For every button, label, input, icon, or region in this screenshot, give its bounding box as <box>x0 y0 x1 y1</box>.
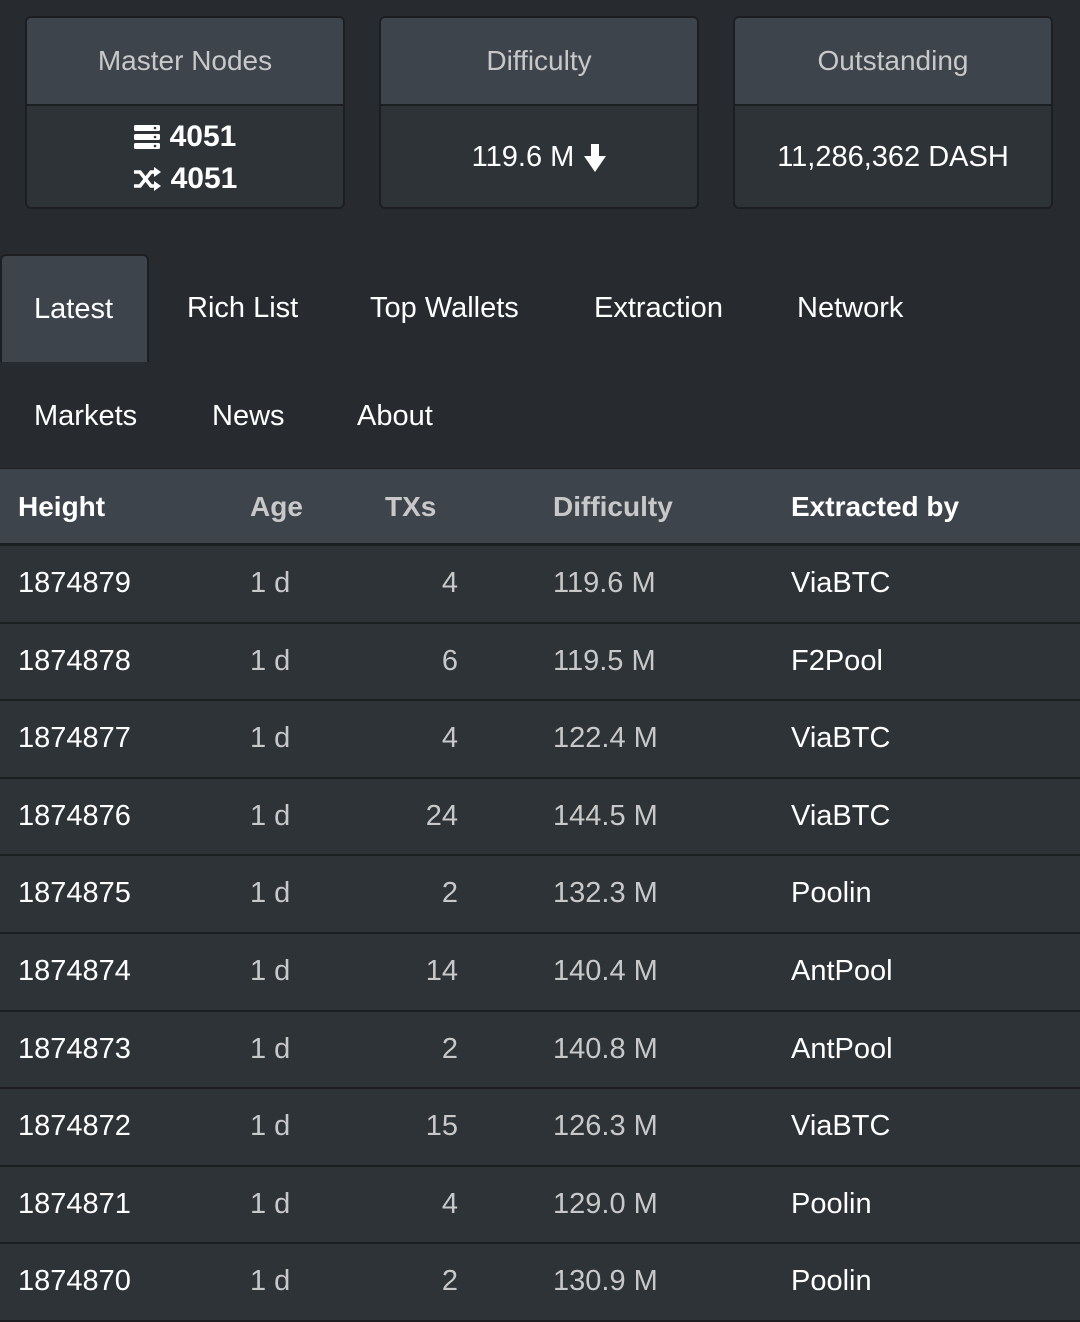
outstanding-card-title: Outstanding <box>735 18 1051 106</box>
cell-height[interactable]: 1874878 <box>18 624 131 699</box>
difficulty-value-line: 119.6 M <box>472 141 607 174</box>
cell-age: 1 d <box>250 722 291 755</box>
outstanding-value: 11,286,362 DASH <box>777 141 1009 173</box>
cell-height[interactable]: 1874879 <box>18 546 131 621</box>
cell-age: 1 d <box>250 1110 291 1143</box>
column-header-extracted-by[interactable]: Extracted by <box>791 469 959 544</box>
table-row[interactable]: 1874879 1 d 4 119.6 M ViaBTC <box>0 546 1080 624</box>
arrow-down-icon <box>584 143 607 172</box>
column-header-txs[interactable]: TXs <box>385 469 436 544</box>
cell-age: 1 d <box>250 567 291 599</box>
cell-height[interactable]: 1874873 <box>18 1012 131 1087</box>
cell-txs: 2 <box>441 877 458 910</box>
cell-difficulty: 119.5 M <box>553 644 656 677</box>
cell-age: 1 d <box>250 799 291 832</box>
cell-extracted-by[interactable]: AntPool <box>791 934 893 1009</box>
cell-extracted-by[interactable]: ViaBTC <box>791 1089 890 1164</box>
table-row[interactable]: 1874870 1 d 2 130.9 M Poolin <box>0 1244 1080 1322</box>
tab-top-wallets[interactable]: Top Wallets <box>370 254 519 362</box>
cell-age: 1 d <box>250 1187 291 1220</box>
tab-about[interactable]: About <box>357 362 433 470</box>
cell-difficulty: 122.4 M <box>553 722 658 755</box>
table-row[interactable]: 1874877 1 d 4 122.4 M ViaBTC <box>0 701 1080 779</box>
difficulty-card-body: 119.6 M <box>381 106 697 207</box>
cell-extracted-by[interactable]: Poolin <box>791 1167 872 1242</box>
shuffle-icon <box>133 166 161 191</box>
cell-extracted-by[interactable]: ViaBTC <box>791 701 890 776</box>
cell-age: 1 d <box>250 877 291 910</box>
cell-age: 1 d <box>250 1032 291 1065</box>
cell-height[interactable]: 1874871 <box>18 1167 131 1242</box>
difficulty-card: Difficulty 119.6 M <box>379 16 699 209</box>
table-row[interactable]: 1874872 1 d 15 126.3 M ViaBTC <box>0 1089 1080 1167</box>
tab-news[interactable]: News <box>212 362 285 470</box>
tab-rich-list[interactable]: Rich List <box>187 254 298 362</box>
difficulty-card-title: Difficulty <box>381 18 697 106</box>
cell-difficulty: 140.8 M <box>553 1032 658 1065</box>
server-icon <box>133 124 160 149</box>
cell-age: 1 d <box>250 954 291 987</box>
cell-txs: 4 <box>441 567 458 599</box>
tab-extraction[interactable]: Extraction <box>594 254 723 362</box>
cell-difficulty: 140.4 M <box>553 954 658 987</box>
column-header-difficulty[interactable]: Difficulty <box>553 469 673 544</box>
column-header-height[interactable]: Height <box>18 469 105 544</box>
table-body: 1874879 1 d 4 119.6 M ViaBTC 1874878 1 d 6 119.5… <box>0 546 1080 1322</box>
masternodes-card: Master Nodes 4051 4051 <box>25 16 345 209</box>
cell-height[interactable]: 1874870 <box>18 1244 131 1319</box>
main-nav-tabs: Latest Rich List Top Wallets Extraction … <box>0 254 1080 468</box>
masternodes-card-body: 4051 4051 <box>27 106 343 207</box>
cell-txs: 4 <box>441 722 458 755</box>
cell-age: 1 d <box>250 1265 291 1298</box>
cell-height[interactable]: 1874876 <box>18 779 131 854</box>
tab-network[interactable]: Network <box>797 254 903 362</box>
cell-difficulty: 129.0 M <box>553 1187 658 1220</box>
outstanding-card-body: 11,286,362 DASH <box>735 106 1051 207</box>
cell-txs: 24 <box>425 799 458 832</box>
cell-extracted-by[interactable]: ViaBTC <box>791 779 890 854</box>
cell-extracted-by[interactable]: Poolin <box>791 856 872 931</box>
table-row[interactable]: 1874875 1 d 2 132.3 M Poolin <box>0 856 1080 934</box>
cell-height[interactable]: 1874875 <box>18 856 131 931</box>
cell-extracted-by[interactable]: AntPool <box>791 1012 893 1087</box>
cell-height[interactable]: 1874877 <box>18 701 131 776</box>
cell-txs: 14 <box>425 954 458 987</box>
cell-age: 1 d <box>250 644 291 677</box>
table-row[interactable]: 1874873 1 d 2 140.8 M AntPool <box>0 1011 1080 1090</box>
table-row[interactable]: 1874878 1 d 6 119.5 M F2Pool <box>0 623 1080 702</box>
cell-txs: 2 <box>441 1265 458 1298</box>
table-header: Height Age TXs Difficulty Extracted by <box>0 468 1080 546</box>
table-row[interactable]: 1874871 1 d 4 129.0 M Poolin <box>0 1166 1080 1245</box>
cell-height[interactable]: 1874872 <box>18 1089 131 1164</box>
masternodes-card-title: Master Nodes <box>27 18 343 106</box>
table-row[interactable]: 1874874 1 d 14 140.4 M AntPool <box>0 933 1080 1012</box>
cell-difficulty: 126.3 M <box>553 1110 658 1143</box>
table-row[interactable]: 1874876 1 d 24 144.5 M ViaBTC <box>0 778 1080 857</box>
cell-txs: 2 <box>441 1032 458 1065</box>
cell-difficulty: 144.5 M <box>553 799 658 832</box>
latest-blocks-table: Height Age TXs Difficulty Extracted by 1… <box>0 468 1080 1322</box>
difficulty-value: 119.6 M <box>471 141 575 173</box>
masternodes-enabled-count: 4051 <box>169 119 237 153</box>
cell-extracted-by[interactable]: Poolin <box>791 1244 872 1319</box>
masternodes-total-count: 4051 <box>170 161 238 195</box>
stat-cards: Master Nodes 4051 4051 Difficulty 119.6 … <box>25 16 1057 211</box>
cell-extracted-by[interactable]: ViaBTC <box>791 546 890 621</box>
cell-txs: 15 <box>425 1110 458 1143</box>
tab-latest[interactable]: Latest <box>0 254 149 362</box>
column-header-age[interactable]: Age <box>250 469 303 544</box>
outstanding-card: Outstanding 11,286,362 DASH <box>733 16 1053 209</box>
cell-txs: 6 <box>441 644 458 677</box>
masternodes-total: 4051 <box>133 158 238 200</box>
masternodes-enabled: 4051 <box>133 116 237 158</box>
cell-difficulty: 132.3 M <box>553 877 658 910</box>
cell-difficulty: 130.9 M <box>553 1265 658 1298</box>
cell-difficulty: 119.6 M <box>553 567 656 599</box>
cell-extracted-by[interactable]: F2Pool <box>791 624 883 699</box>
tab-markets[interactable]: Markets <box>34 362 137 470</box>
cell-height[interactable]: 1874874 <box>18 934 131 1009</box>
cell-txs: 4 <box>441 1187 458 1220</box>
